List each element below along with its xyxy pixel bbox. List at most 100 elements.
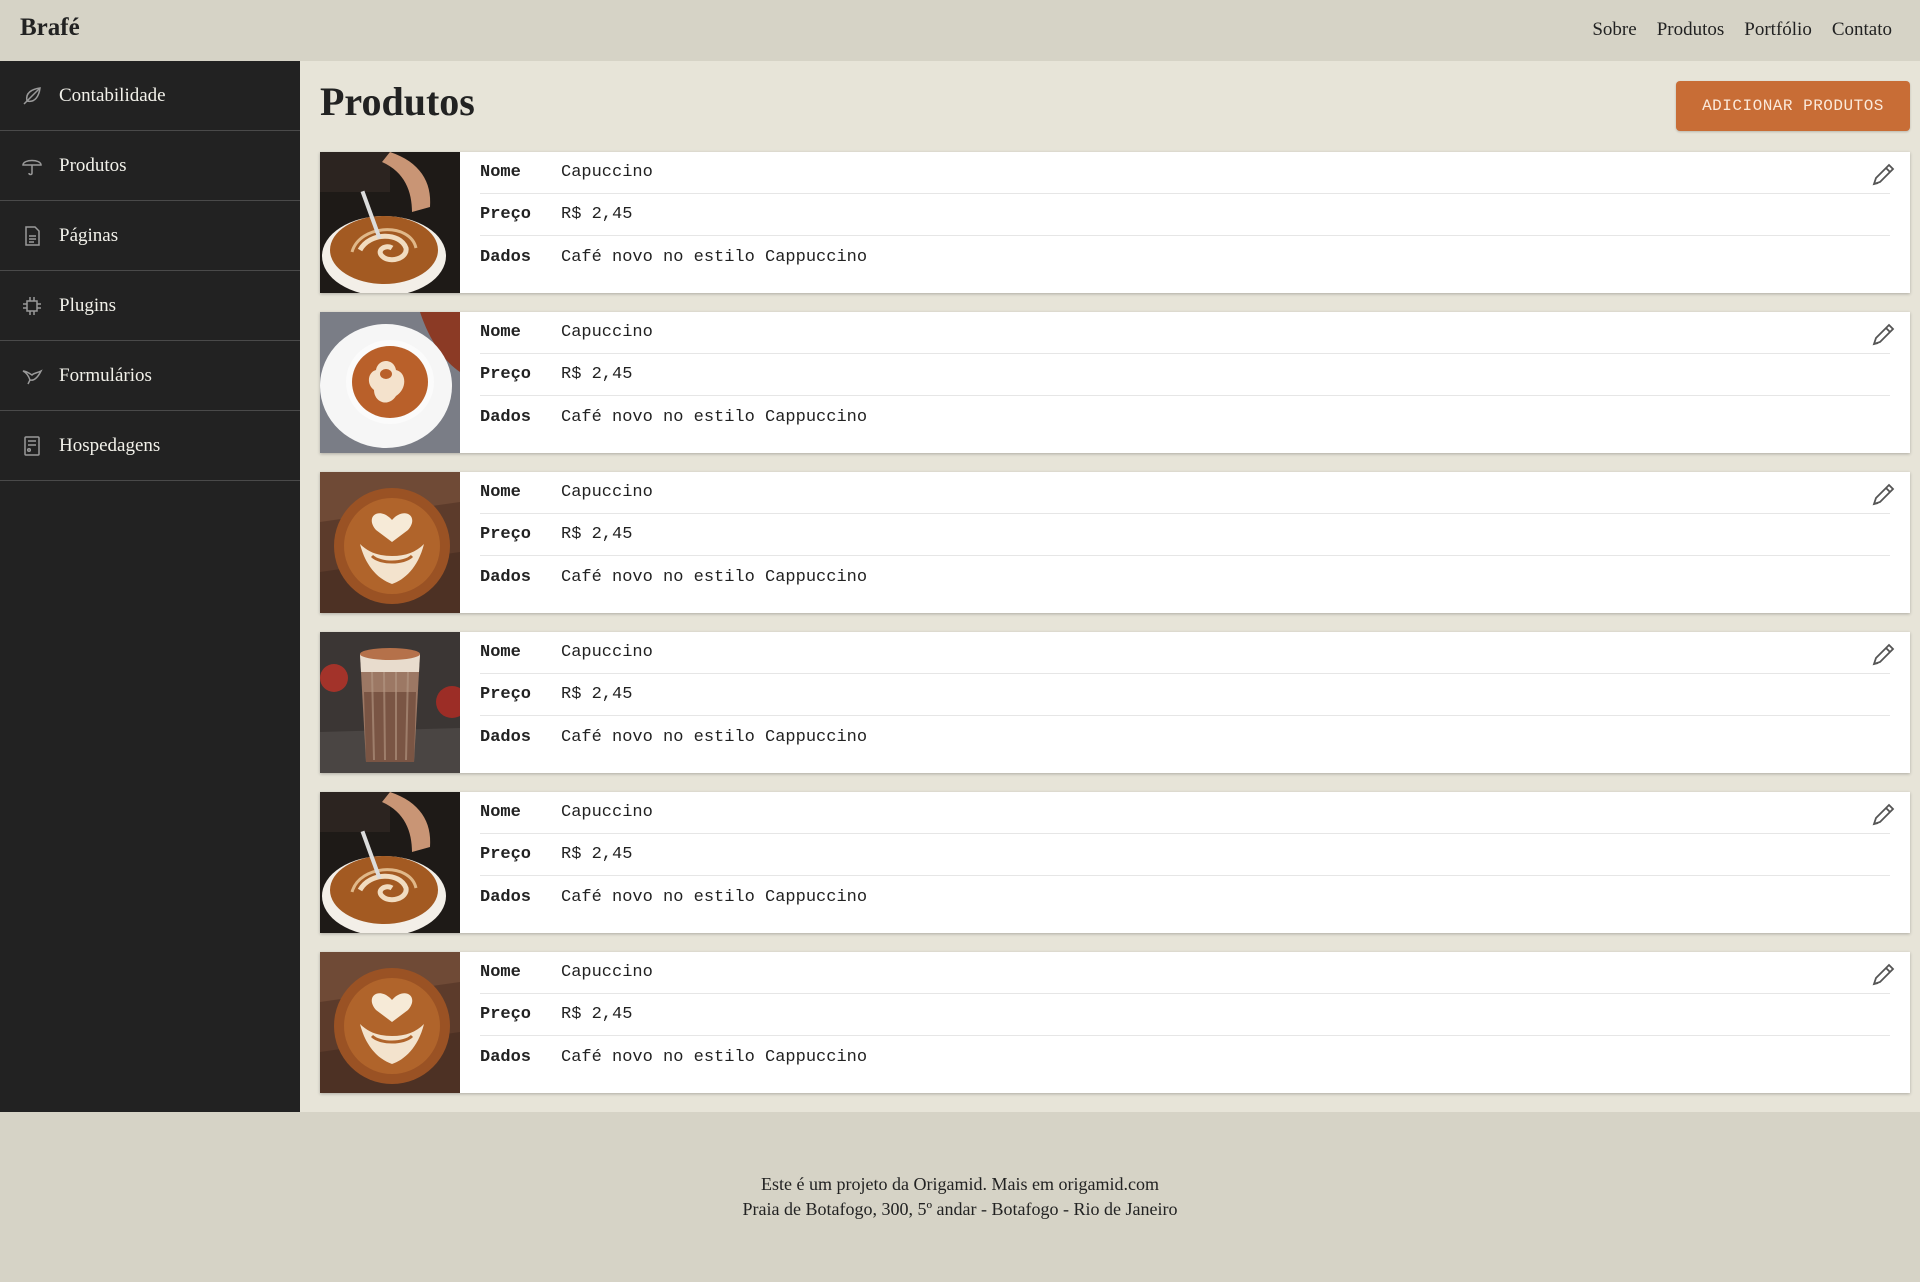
sidebar-item-paginas[interactable]: Páginas — [0, 201, 300, 271]
field-label: Nome — [480, 323, 521, 342]
product-image — [320, 472, 460, 613]
nav-link-sobre[interactable]: Sobre — [1592, 19, 1636, 41]
field-value: Café novo no estilo Cappuccino — [561, 887, 868, 907]
field-value: Capuccino — [561, 643, 653, 662]
sidebar-item-formularios[interactable]: Formulários — [0, 341, 300, 411]
field-label: Nome — [480, 483, 521, 502]
field-value: R$ 2,45 — [561, 845, 633, 864]
edit-pencil-icon[interactable] — [1870, 642, 1896, 668]
edit-pencil-icon[interactable] — [1870, 962, 1896, 988]
product-row-dados: Dados Café novo no estilo Cappuccino — [480, 396, 1890, 438]
product-row-preco: Preço R$ 2,45 — [480, 674, 1890, 716]
field-label: Nome — [480, 163, 521, 182]
bird-icon — [21, 365, 43, 387]
product-row-preco: Preço R$ 2,45 — [480, 994, 1890, 1036]
document-icon — [21, 225, 43, 247]
product-image — [320, 792, 460, 933]
product-row-preco: Preço R$ 2,45 — [480, 514, 1890, 556]
product-details: Nome Capuccino Preço R$ 2,45 Dados Café novo … — [460, 152, 1910, 293]
sidebar-item-label: Hospedagens — [59, 434, 161, 456]
product-card: Nome Capuccino Preço R$ 2,45 Dados Café novo … — [320, 632, 1910, 773]
footer: Este é um projeto da Origamid. Mais em o… — [0, 1112, 1920, 1282]
field-value: Capuccino — [561, 483, 653, 502]
edit-pencil-icon[interactable] — [1870, 162, 1896, 188]
add-products-button[interactable]: ADICIONAR PRODUTOS — [1676, 81, 1910, 131]
sidebar-item-label: Páginas — [59, 224, 119, 246]
product-card: Nome Capuccino Preço R$ 2,45 Dados Café novo … — [320, 472, 1910, 613]
field-label: Preço — [480, 845, 532, 864]
nav-link-portfolio[interactable]: Portfólio — [1744, 19, 1812, 41]
sidebar: Contabilidade Produtos Páginas Plugins F… — [0, 61, 300, 1112]
page-title: Produtos — [320, 79, 475, 124]
product-image — [320, 632, 460, 773]
product-row-preco: Preço R$ 2,45 — [480, 194, 1890, 236]
field-value: Café novo no estilo Cappuccino — [561, 727, 868, 747]
field-label: Dados — [480, 727, 532, 747]
sidebar-item-label: Plugins — [59, 294, 117, 316]
field-label: Nome — [480, 803, 521, 822]
product-row-preco: Preço R$ 2,45 — [480, 834, 1890, 876]
product-row-dados: Dados Café novo no estilo Cappuccino — [480, 716, 1890, 758]
field-value: Capuccino — [561, 963, 653, 982]
main-content: Produtos ADICIONAR PRODUTOS Nome Capuccin… — [300, 61, 1920, 1112]
field-label: Preço — [480, 1005, 532, 1024]
product-row-nome: Nome Capuccino — [480, 312, 1890, 354]
field-label: Preço — [480, 365, 532, 384]
field-label: Preço — [480, 205, 532, 224]
nav-link-contato[interactable]: Contato — [1832, 19, 1892, 41]
field-value: R$ 2,45 — [561, 685, 633, 704]
product-row-nome: Nome Capuccino — [480, 952, 1890, 994]
product-row-dados: Dados Café novo no estilo Cappuccino — [480, 1036, 1890, 1078]
field-label: Dados — [480, 1047, 532, 1067]
product-row-dados: Dados Café novo no estilo Cappuccino — [480, 556, 1890, 598]
sidebar-item-plugins[interactable]: Plugins — [0, 271, 300, 341]
field-label: Preço — [480, 525, 532, 544]
product-details: Nome Capuccino Preço R$ 2,45 Dados Café novo … — [460, 952, 1910, 1093]
product-card: Nome Capuccino Preço R$ 2,45 Dados Café novo … — [320, 312, 1910, 453]
product-details: Nome Capuccino Preço R$ 2,45 Dados Café novo … — [460, 792, 1910, 933]
sidebar-item-contabilidade[interactable]: Contabilidade — [0, 61, 300, 131]
field-value: Capuccino — [561, 803, 653, 822]
brand-logo[interactable]: Brafé — [20, 14, 80, 42]
product-row-dados: Dados Café novo no estilo Cappuccino — [480, 236, 1890, 278]
field-label: Nome — [480, 963, 521, 982]
field-value: Capuccino — [561, 163, 653, 182]
field-label: Dados — [480, 567, 532, 587]
product-list: Nome Capuccino Preço R$ 2,45 Dados Café novo … — [320, 152, 1910, 1112]
edit-pencil-icon[interactable] — [1870, 482, 1896, 508]
sidebar-item-label: Produtos — [59, 154, 127, 176]
field-label: Dados — [480, 247, 532, 267]
edit-pencil-icon[interactable] — [1870, 322, 1896, 348]
leaf-icon — [21, 85, 43, 107]
field-value: Capuccino — [561, 323, 653, 342]
footer-line-1: Este é um projeto da Origamid. Mais em o… — [761, 1174, 1159, 1194]
product-row-nome: Nome Capuccino — [480, 632, 1890, 674]
nav-link-produtos[interactable]: Produtos — [1657, 19, 1725, 41]
field-value: R$ 2,45 — [561, 1005, 633, 1024]
field-value: Café novo no estilo Cappuccino — [561, 407, 868, 427]
field-label: Dados — [480, 407, 532, 427]
field-value: Café novo no estilo Cappuccino — [561, 567, 868, 587]
sidebar-item-hospedagens[interactable]: Hospedagens — [0, 411, 300, 481]
top-bar: Brafé Sobre Produtos Portfólio Contato — [0, 0, 1920, 61]
product-details: Nome Capuccino Preço R$ 2,45 Dados Café novo … — [460, 312, 1910, 453]
product-image — [320, 152, 460, 293]
field-label: Dados — [480, 887, 532, 907]
product-card: Nome Capuccino Preço R$ 2,45 Dados Café novo … — [320, 792, 1910, 933]
product-details: Nome Capuccino Preço R$ 2,45 Dados Café novo … — [460, 632, 1910, 773]
field-value: Café novo no estilo Cappuccino — [561, 1047, 868, 1067]
field-value: Café novo no estilo Cappuccino — [561, 247, 868, 267]
product-details: Nome Capuccino Preço R$ 2,45 Dados Café novo … — [460, 472, 1910, 613]
product-row-nome: Nome Capuccino — [480, 792, 1890, 834]
field-value: R$ 2,45 — [561, 365, 633, 384]
edit-pencil-icon[interactable] — [1870, 802, 1896, 828]
product-row-nome: Nome Capuccino — [480, 472, 1890, 514]
server-icon — [21, 435, 43, 457]
sidebar-item-produtos[interactable]: Produtos — [0, 131, 300, 201]
umbrella-icon — [21, 155, 43, 177]
top-nav: Sobre Produtos Portfólio Contato — [1592, 19, 1892, 41]
sidebar-item-label: Contabilidade — [59, 84, 166, 106]
product-card: Nome Capuccino Preço R$ 2,45 Dados Café novo … — [320, 952, 1910, 1093]
footer-line-2: Praia de Botafogo, 300, 5º andar - Botaf… — [742, 1199, 1178, 1219]
field-value: R$ 2,45 — [561, 205, 633, 224]
